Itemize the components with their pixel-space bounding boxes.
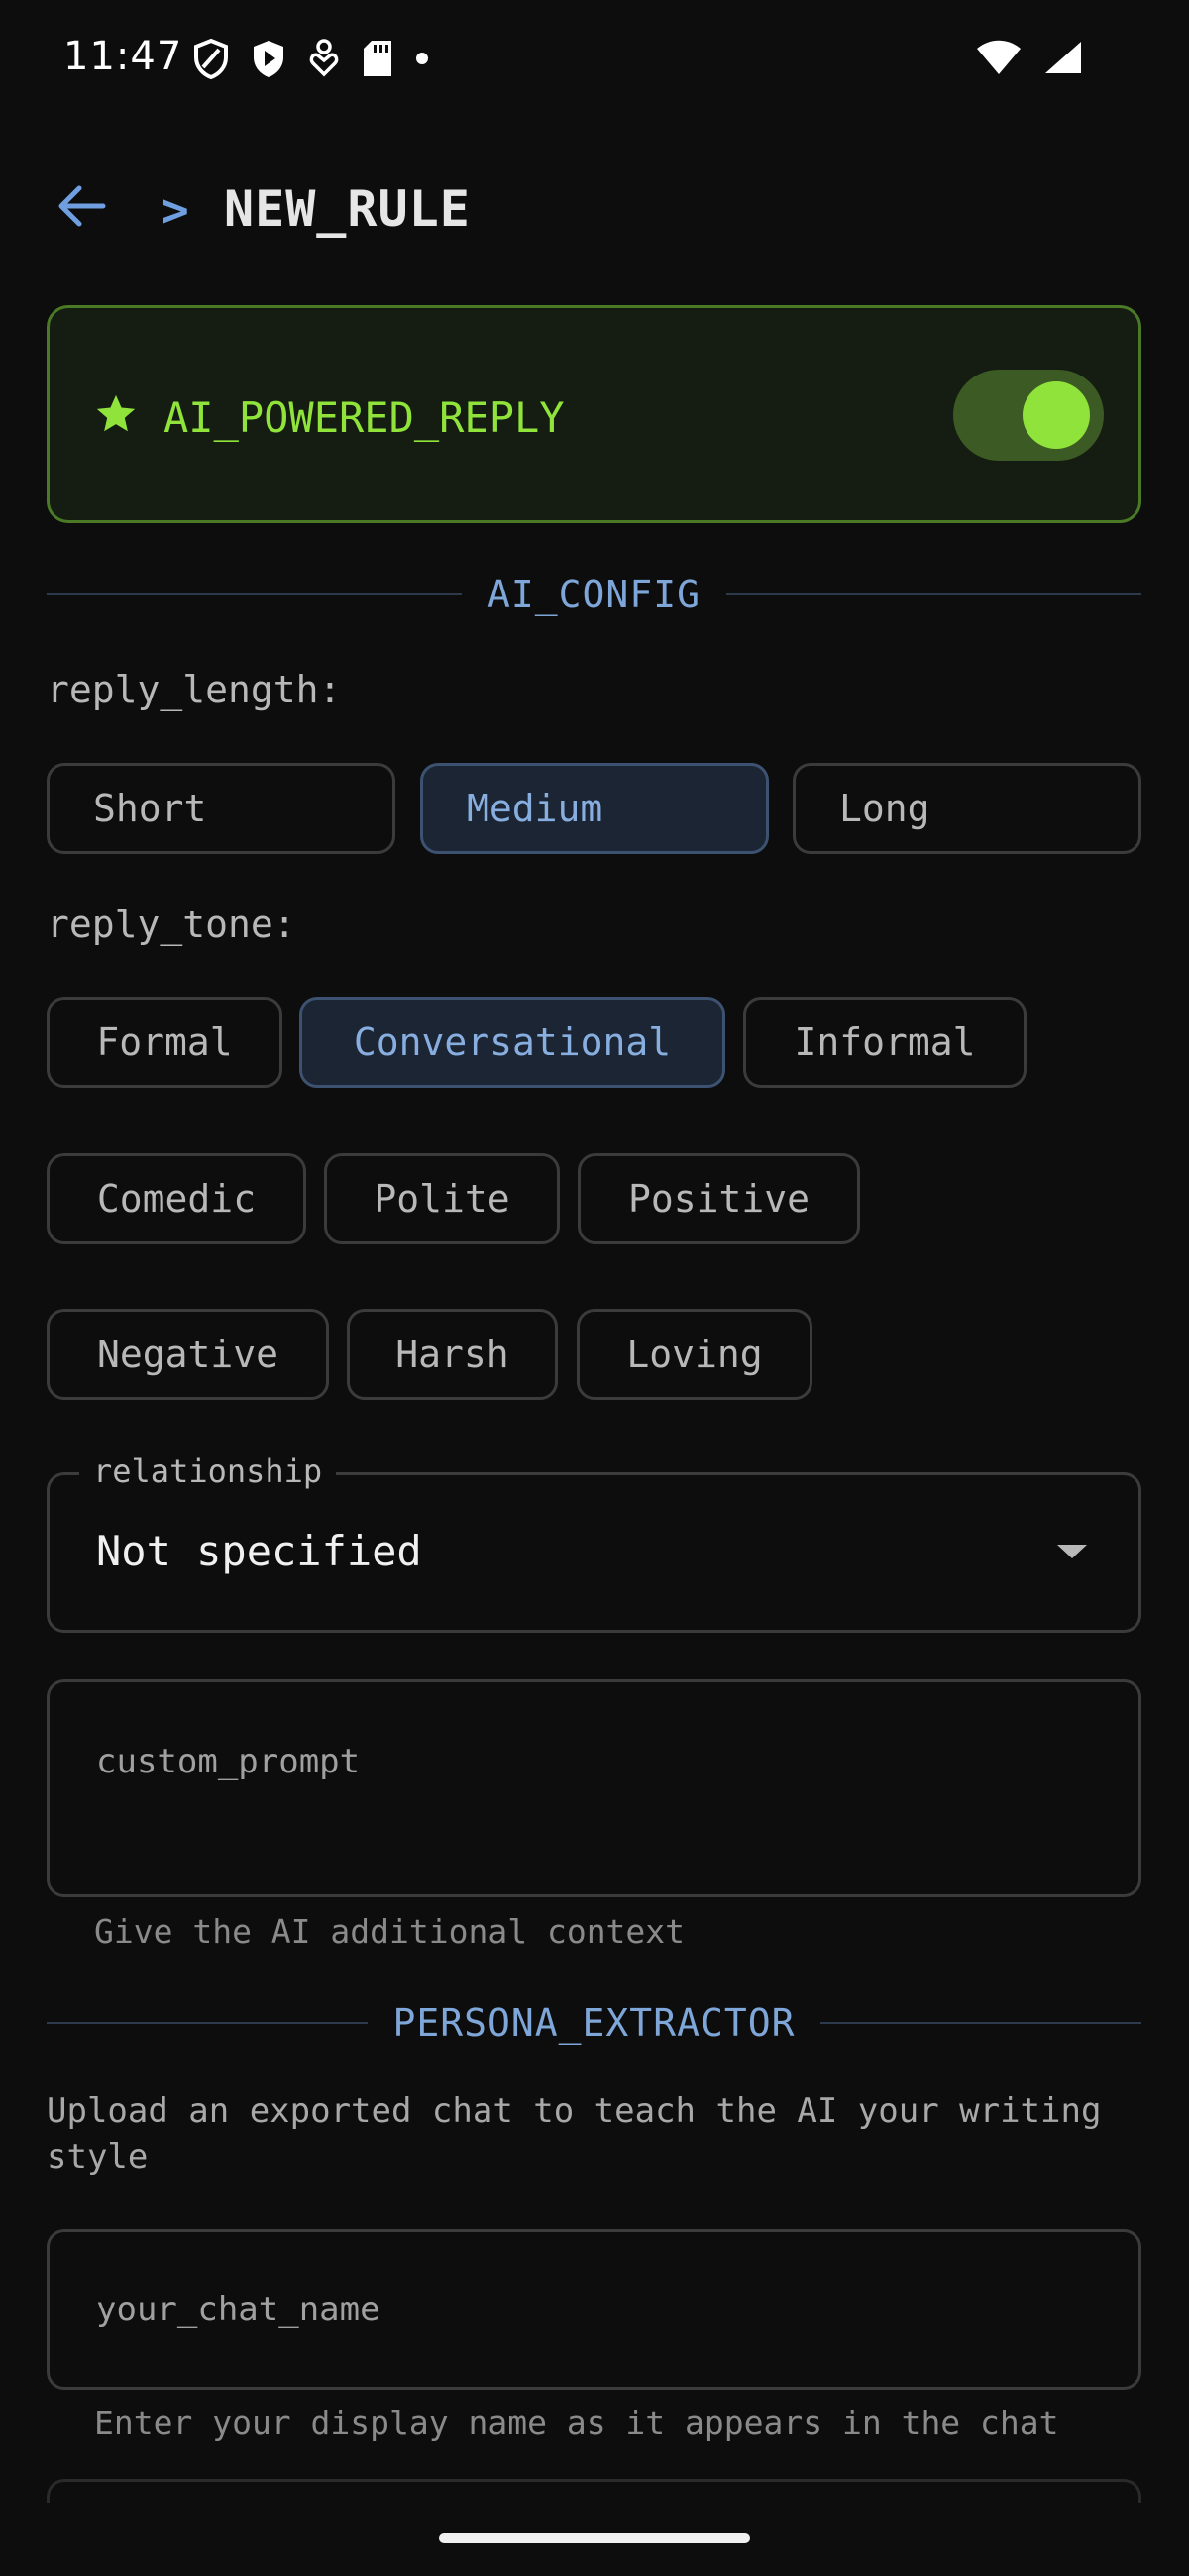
sd-card-icon [362,39,393,78]
ai-powered-reply-card[interactable]: AI_POWERED_REPLY [47,305,1141,523]
chat-name-input[interactable]: your_chat_name [47,2229,1141,2390]
shield-play-icon [251,38,286,79]
tone-chip-negative[interactable]: Negative [47,1309,329,1400]
divider-line [47,2022,368,2024]
home-indicator[interactable] [439,2533,750,2543]
reply-tone-label: reply_tone: [47,903,296,946]
persona-description: Upload an exported chat to teach the AI … [47,2092,1102,2177]
divider-line [725,593,1141,595]
custom-prompt-input[interactable]: custom_prompt [47,1679,1141,1897]
divider-line [820,2022,1141,2024]
tone-chip-formal[interactable]: Formal [47,997,282,1088]
tone-chip-positive[interactable]: Positive [578,1153,860,1244]
status-bar: 11:47 [0,0,1189,119]
relationship-select[interactable]: Not specified [47,1472,1141,1633]
toggle-thumb [1023,381,1090,449]
shield-outline-icon [193,38,229,79]
custom-prompt-placeholder: custom_prompt [96,1742,361,1781]
caret-down-icon [1055,1543,1089,1564]
status-time: 11:47 [63,34,183,79]
tone-chip-conversational[interactable]: Conversational [299,997,725,1088]
persona-extractor-section-title: PERSONA_EXTRACTOR [392,2001,796,2045]
dot-icon [415,52,429,65]
custom-prompt-helper: Give the AI additional context [94,1912,686,1951]
person-heart-icon [308,39,340,78]
relationship-label: relationship [79,1452,337,1490]
arrow-left-icon [55,184,107,232]
tone-chip-comedic[interactable]: Comedic [47,1153,306,1244]
ai-config-section-title: AI_CONFIG [487,573,701,616]
star-icon [93,391,139,441]
ai-powered-reply-toggle[interactable] [953,370,1104,461]
chat-name-placeholder: your_chat_name [96,2290,380,2329]
tone-chip-informal[interactable]: Informal [743,997,1027,1088]
signal-icon [1043,40,1083,79]
reply-length-label: reply_length: [47,668,342,711]
status-icons-right [976,40,1083,79]
ai-config-divider: AI_CONFIG [47,565,1141,624]
length-chip-long[interactable]: Long [793,763,1141,854]
length-chip-medium[interactable]: Medium [420,763,769,854]
divider-line [47,593,463,595]
tone-chip-loving[interactable]: Loving [577,1309,812,1400]
header-prompt: > [162,183,189,237]
tone-chip-polite[interactable]: Polite [324,1153,560,1244]
wifi-icon [976,40,1022,79]
status-icons-left [193,38,429,79]
page-title: NEW_RULE [224,180,471,238]
back-button[interactable] [52,178,111,238]
tone-chip-harsh[interactable]: Harsh [347,1309,558,1400]
ai-powered-reply-label: AI_POWERED_REPLY [163,393,565,442]
persona-extractor-divider: PERSONA_EXTRACTOR [47,1993,1141,2053]
relationship-value: Not specified [96,1527,422,1575]
length-chip-short[interactable]: Short [47,763,395,854]
chat-name-helper: Enter your display name as it appears in… [94,2404,1059,2442]
